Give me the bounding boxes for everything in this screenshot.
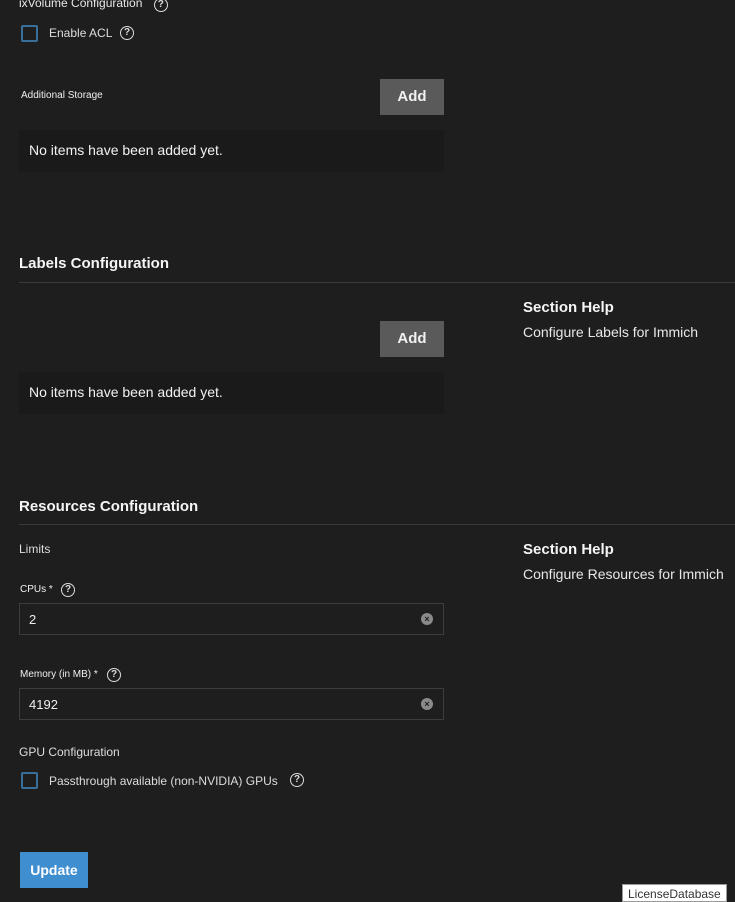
enable-acl-checkbox[interactable]	[21, 25, 38, 42]
resources-section-title: Resources Configuration	[19, 498, 199, 515]
help-icon[interactable]: ?	[107, 668, 121, 682]
storage-empty-message: No items have been added yet.	[19, 130, 444, 172]
resources-help-text: Configure Resources for Immich	[523, 566, 724, 582]
gpu-config-label: GPU Configuration	[19, 745, 120, 759]
help-icon[interactable]: ?	[290, 773, 304, 787]
update-button[interactable]: Update	[20, 852, 88, 888]
divider	[19, 524, 735, 525]
help-icon[interactable]: ?	[153, 0, 168, 12]
labels-help-title: Section Help	[523, 299, 614, 316]
help-icon[interactable]: ?	[120, 26, 134, 40]
clear-icon[interactable]: ×	[421, 613, 433, 625]
additional-storage-label: Additional Storage	[21, 90, 103, 101]
labels-help-text: Configure Labels for Immich	[523, 324, 699, 340]
resources-help-title: Section Help	[523, 541, 614, 558]
cpus-input[interactable]: 2 ×	[19, 603, 444, 635]
limits-label: Limits	[19, 542, 51, 556]
cpus-label: CPUs *	[20, 584, 53, 595]
enable-acl-label: Enable ACL	[49, 26, 113, 40]
labels-empty-message: No items have been added yet.	[19, 372, 444, 414]
help-icon[interactable]: ?	[61, 583, 75, 597]
ixvolume-title-text: ixVolume Configuration	[19, 0, 143, 10]
memory-label: Memory (in MB) *	[20, 669, 98, 680]
clear-icon[interactable]: ×	[421, 698, 433, 710]
add-storage-button[interactable]: Add	[380, 79, 444, 115]
ixvolume-title: ixVolume Configuration ?	[19, 0, 168, 12]
divider	[19, 282, 735, 283]
memory-value: 4192	[29, 697, 58, 712]
tooltip: LicenseDatabase	[622, 884, 727, 902]
memory-input[interactable]: 4192 ×	[19, 688, 444, 720]
add-label-button[interactable]: Add	[380, 321, 444, 357]
cpus-value: 2	[29, 612, 37, 627]
labels-section-title: Labels Configuration	[19, 255, 169, 272]
gpu-passthrough-checkbox[interactable]	[21, 772, 38, 789]
gpu-passthrough-label: Passthrough available (non-NVIDIA) GPUs	[49, 774, 278, 788]
